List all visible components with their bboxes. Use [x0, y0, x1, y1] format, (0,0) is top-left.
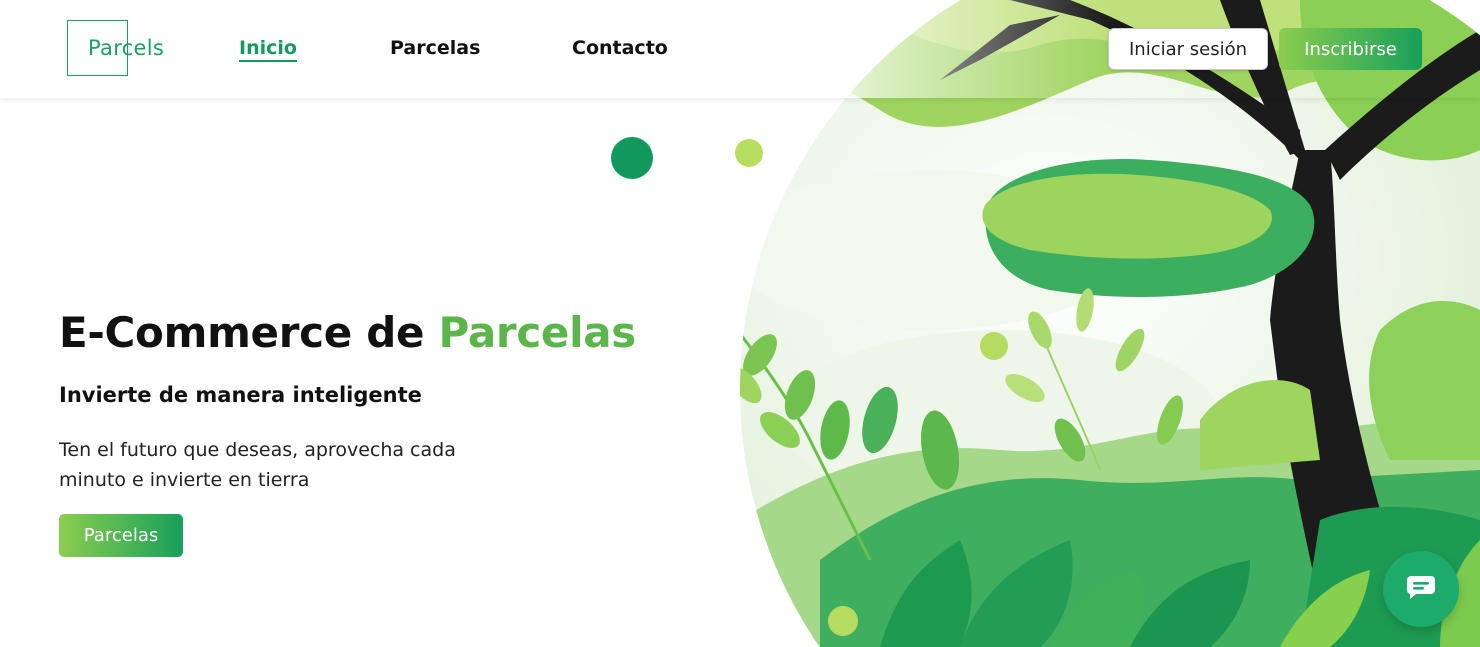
hero-description: Ten el futuro que deseas, aprovecha cada…	[59, 439, 456, 491]
hero-title-accent: Parcelas	[438, 308, 637, 357]
signup-button[interactable]: Inscribirse	[1279, 28, 1422, 70]
site-header: Parcels Inicio Parcelas Contacto Iniciar…	[0, 0, 1480, 98]
chat-icon	[1406, 574, 1436, 604]
logo-text: Parcels	[88, 36, 165, 60]
nav-link-contacto[interactable]: Contacto	[572, 37, 668, 59]
parcelas-cta-button[interactable]: Parcelas	[59, 514, 183, 557]
login-button[interactable]: Iniciar sesión	[1108, 28, 1268, 70]
logo[interactable]: Parcels	[67, 20, 164, 76]
nav-link-inicio[interactable]: Inicio	[239, 37, 297, 62]
nav-link-parcelas[interactable]: Parcelas	[390, 37, 480, 59]
hero-title-main: E-Commerce de	[59, 308, 439, 357]
hero-title: E-Commerce de Parcelas	[59, 308, 636, 357]
hero-subtitle: Invierte de manera inteligente	[59, 383, 422, 407]
chat-button[interactable]	[1383, 551, 1459, 627]
